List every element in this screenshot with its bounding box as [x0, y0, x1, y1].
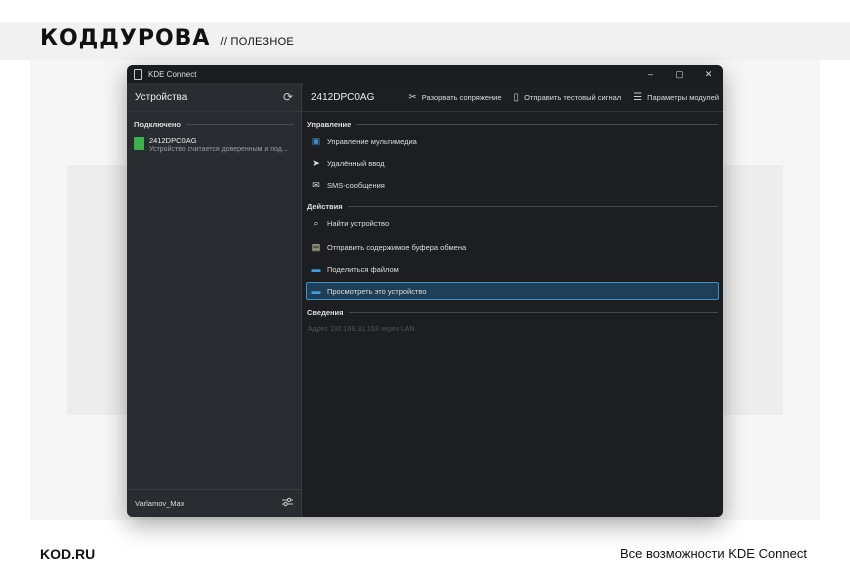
footer-caption: Все возможности KDE Connect [619, 546, 807, 561]
section-divider [348, 312, 718, 313]
sidebar-footer: Varlamov_Max [127, 489, 301, 517]
remote-input-item[interactable]: ➤ Удалённый ввод [306, 154, 719, 172]
section-label: Сведения [307, 308, 344, 317]
ping-label: Отправить тестовый сигнал [524, 92, 622, 102]
title-bar: KDE Connect – ▢ ✕ [127, 65, 723, 83]
brand-section: // ПОЛЕЗНОЕ [220, 36, 295, 48]
refresh-icon[interactable]: ⟳ [283, 90, 293, 104]
media-icon: ▣ [311, 135, 321, 146]
folder-icon: ▬ [311, 286, 321, 296]
brand-logo: КОДДУРОВА [40, 26, 211, 51]
item-label: SMS-сообщения [327, 180, 385, 190]
footer-site: KOD.RU [40, 546, 96, 562]
section-label: Действия [307, 202, 343, 211]
find-device-item[interactable]: ⌕ Найти устройство [306, 214, 719, 232]
unpair-button[interactable]: ✂ Разорвать сопряжение [408, 92, 501, 103]
device-panel: 2412DPC0AG ✂ Разорвать сопряжение ▯ Отпр… [302, 83, 723, 517]
item-label: Управление мультимедиа [327, 136, 417, 146]
sidebar-header: Устройства ⟳ [127, 83, 301, 112]
device-status: Устройство считается доверенным и под... [149, 146, 288, 153]
device-name: 2412DPC0AG [149, 136, 197, 145]
ping-icon: ▯ [513, 91, 520, 103]
unlink-icon: ✂ [408, 91, 417, 103]
settings-icon[interactable] [282, 497, 293, 510]
item-label: Отправить содержимое буфера обмена [327, 242, 467, 252]
section-label: Управление [307, 120, 352, 129]
item-label: Удалённый ввод [327, 158, 385, 168]
search-icon: ⌕ [313, 217, 319, 228]
plugin-settings-label: Параметры модулей [647, 92, 720, 102]
folder-icon: ▬ [311, 264, 321, 274]
smartphone-icon [134, 137, 144, 150]
share-file-item[interactable]: ▬ Поделиться файлом [306, 260, 719, 278]
unpair-label: Разорвать сопряжение [421, 92, 502, 102]
section-actions: Действия [302, 202, 723, 211]
cursor-icon: ➤ [312, 157, 320, 168]
section-divider [356, 124, 718, 125]
section-label: Подключено [134, 120, 181, 129]
sms-item[interactable]: ✉ SMS-сообщения [306, 176, 719, 194]
sliders-icon: ☰ [633, 91, 643, 103]
plugin-settings-button[interactable]: ☰ Параметры модулей [633, 92, 719, 103]
section-divider [186, 124, 294, 125]
clipboard-icon: ▤ [311, 241, 321, 252]
kde-connect-window: KDE Connect – ▢ ✕ Устройства ⟳ Подключен… [127, 65, 723, 517]
media-control-item[interactable]: ▣ Управление мультимедиа [306, 132, 719, 150]
section-control: Управление [302, 120, 723, 129]
browse-device-item[interactable]: ▬ Просмотреть это устройство [306, 282, 719, 300]
send-clipboard-item[interactable]: ▤ Отправить содержимое буфера обмена [306, 238, 719, 256]
item-label: Найти устройство [327, 218, 390, 228]
user-name: Varlamov_Max [135, 499, 185, 508]
sidebar-title: Устройства [135, 91, 188, 103]
item-label: Просмотреть это устройство [327, 286, 427, 296]
device-title: 2412DPC0AG [311, 91, 375, 103]
close-button[interactable]: ✕ [694, 65, 723, 83]
item-label: Поделиться файлом [327, 264, 399, 274]
toolbar: 2412DPC0AG ✂ Разорвать сопряжение ▯ Отпр… [302, 83, 723, 112]
phone-app-icon [134, 68, 142, 80]
minimize-button[interactable]: – [636, 65, 665, 83]
section-connected: Подключено [127, 120, 301, 129]
sms-icon: ✉ [312, 179, 320, 190]
ping-button[interactable]: ▯ Отправить тестовый сигнал [514, 92, 622, 103]
device-address: Адрес 192.168.31.153 через LAN [308, 326, 415, 333]
section-divider [347, 206, 718, 207]
maximize-button[interactable]: ▢ [665, 65, 694, 83]
section-info: Сведения [302, 308, 723, 317]
window-controls: – ▢ ✕ [636, 65, 723, 83]
device-list-item[interactable]: 2412DPC0AG Устройство считается доверенн… [127, 129, 301, 153]
sidebar: Устройства ⟳ Подключено 2412DPC0AG Устро… [127, 83, 302, 517]
window-title: KDE Connect [148, 69, 197, 79]
brand-header: КОДДУРОВА // ПОЛЕЗНОЕ [40, 26, 294, 51]
